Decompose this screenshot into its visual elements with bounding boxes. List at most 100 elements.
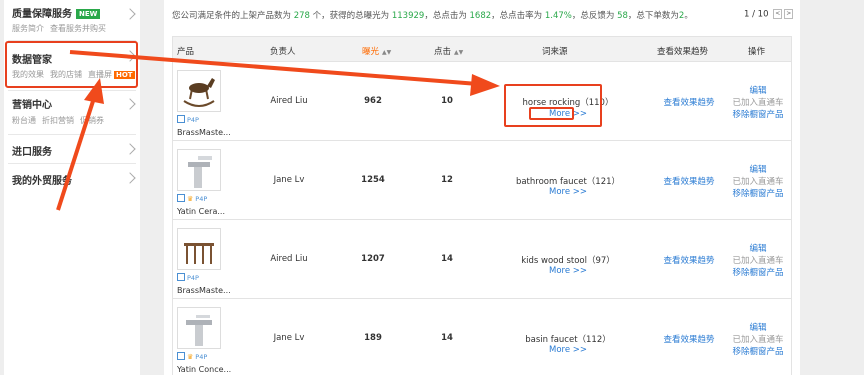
keyword-source: bathroom faucet（121）: [515, 177, 621, 187]
view-trend-link[interactable]: 查看效果趋势: [649, 175, 729, 187]
product-name[interactable]: BrassMaste...: [177, 286, 231, 295]
exposure-value: 189: [364, 333, 382, 343]
p4p-label: P4P: [195, 195, 208, 203]
table-row: P4P BrassMaste... Aired Liu 962 10 horse…: [172, 62, 792, 141]
added-status: 已加入直通车: [732, 335, 784, 345]
p4p-icon: [177, 194, 185, 202]
main-panel: 您公司满足条件的上架产品数为 278 个，获得的总曝光为 113929，总点击为…: [164, 0, 800, 375]
edit-link[interactable]: 编辑: [728, 242, 788, 254]
table-row: P4P BrassMaste... Aired Liu 1207 14 kids…: [172, 220, 792, 299]
added-status: 已加入直通车: [732, 177, 784, 187]
product-name[interactable]: Yatin Conce...: [177, 365, 231, 374]
exposure-value: 1207: [361, 254, 385, 264]
owner-name: Aired Liu: [270, 254, 308, 264]
summary-part: 个，获得的总曝光为: [309, 11, 392, 21]
remove-showcase-link[interactable]: 移除橱窗产品: [728, 187, 788, 199]
view-trend-link[interactable]: 查看效果趋势: [649, 254, 729, 266]
exposure-value: 962: [364, 96, 382, 106]
product-image[interactable]: [177, 307, 221, 349]
basin-faucet-image: [186, 315, 212, 346]
summary-part: ，总点击为: [424, 11, 470, 21]
p4p-label: P4P: [187, 274, 199, 282]
more-link[interactable]: More >>: [533, 187, 603, 197]
product-name[interactable]: BrassMaste...: [177, 128, 231, 137]
chevron-right-icon: [124, 172, 136, 184]
sidebar-link-service-intro[interactable]: 服务简介: [12, 24, 44, 33]
p4p-tag: ♛ P4P: [177, 194, 207, 203]
wood-stool-image: [184, 243, 214, 264]
remove-showcase-link[interactable]: 移除橱窗产品: [728, 345, 788, 357]
chevron-right-icon: [124, 8, 136, 20]
total-ctr: 1.47%: [544, 11, 572, 21]
faucet-image: [188, 156, 212, 188]
product-image[interactable]: [177, 228, 221, 270]
highlight-box-data-manager: [5, 41, 138, 88]
header-exposure[interactable]: 曝光 ▲▼: [362, 45, 391, 57]
header-clicks[interactable]: 点击 ▲▼: [434, 45, 463, 57]
p4p-icon: [177, 352, 185, 360]
chevron-right-icon: [124, 143, 136, 155]
edit-link[interactable]: 编辑: [728, 321, 788, 333]
page: 质量保障服务 NEW 服务简介 查看服务并购买 数据管家 我的效果 我的店铺 直播屏 HO…: [0, 0, 864, 375]
summary-text: 您公司满足条件的上架产品数为 278 个，获得的总曝光为 113929，总点击为…: [172, 9, 693, 21]
sidebar-link-fentaitong[interactable]: 粉台通: [12, 116, 36, 125]
exposure-value: 1254: [361, 175, 385, 185]
summary-part: ，总反馈为: [571, 11, 618, 21]
p4p-icon: [177, 273, 185, 281]
pagination: 1 / 10 < >: [744, 9, 794, 20]
highlight-box-more: [529, 107, 574, 120]
p4p-label: P4P: [195, 353, 208, 361]
clicks-value: 10: [441, 96, 453, 106]
sidebar-section-quality[interactable]: 质量保障服务 NEW 服务简介 查看服务并购买: [4, 0, 140, 40]
more-link[interactable]: More >>: [533, 266, 603, 276]
summary-part: 您公司满足条件的上架产品数为: [172, 11, 294, 21]
header-exposure-label: 曝光: [362, 47, 380, 57]
clicks-value: 14: [441, 254, 453, 264]
sidebar-section-marketing[interactable]: 营销中心 粉台通 折扣营销 促销券: [4, 90, 140, 132]
sidebar-title-quality: 质量保障服务: [12, 9, 72, 20]
p4p-tag: P4P: [177, 273, 199, 282]
edit-link[interactable]: 编辑: [728, 163, 788, 175]
prev-page-button[interactable]: <: [773, 9, 783, 19]
keyword-source: basin faucet（112）: [525, 335, 611, 345]
keyword-source: kids wood stool（97）: [521, 256, 615, 266]
table-header: 产品 负责人 曝光 ▲▼ 点击 ▲▼ 词来源 查看效果趋势 操作: [172, 36, 792, 62]
clicks-value: 12: [441, 175, 453, 185]
total-exposure: 113929: [391, 11, 425, 21]
crown-icon: ♛: [187, 195, 194, 203]
sort-icon[interactable]: ▲▼: [454, 49, 463, 56]
crown-icon: ♛: [187, 353, 194, 361]
sidebar-title-marketing: 营销中心: [12, 100, 52, 111]
header-clicks-label: 点击: [434, 47, 452, 57]
added-status: 已加入直通车: [732, 98, 784, 108]
sort-icon[interactable]: ▲▼: [382, 49, 391, 56]
sidebar: 质量保障服务 NEW 服务简介 查看服务并购买 数据管家 我的效果 我的店铺 直播屏 HO…: [4, 0, 140, 375]
p4p-tag: ♛ P4P: [177, 352, 207, 361]
sidebar-link-buy-service[interactable]: 查看服务并购买: [50, 24, 106, 33]
table-row: ♛ P4P Yatin Cera... Jane Lv 1254 12 bathr…: [172, 141, 792, 220]
owner-name: Jane Lv: [273, 333, 305, 343]
summary-part: 。: [684, 11, 693, 21]
owner-name: Jane Lv: [273, 175, 305, 185]
sidebar-section-import[interactable]: 进口服务: [4, 134, 140, 164]
sidebar-link-discount[interactable]: 折扣营销: [42, 116, 74, 125]
view-trend-link[interactable]: 查看效果趋势: [649, 333, 729, 345]
next-page-button[interactable]: >: [784, 9, 794, 19]
remove-showcase-link[interactable]: 移除橱窗产品: [728, 266, 788, 278]
summary-part: ，总下单数为: [627, 11, 679, 21]
remove-showcase-link[interactable]: 移除橱窗产品: [728, 108, 788, 120]
header-trend: 查看效果趋势: [657, 47, 709, 57]
highlight-box-keyword: [504, 84, 602, 127]
view-trend-link[interactable]: 查看效果趋势: [649, 96, 729, 108]
product-image[interactable]: [177, 70, 221, 112]
product-name[interactable]: Yatin Cera...: [177, 207, 225, 216]
header-owner: 负责人: [270, 47, 296, 57]
edit-link[interactable]: 编辑: [728, 84, 788, 96]
page-indicator: 1 / 10: [744, 9, 769, 20]
sidebar-link-coupon[interactable]: 促销券: [80, 116, 104, 125]
more-link[interactable]: More >>: [533, 345, 603, 355]
sidebar-section-trade-service[interactable]: 我的外贸服务: [4, 163, 140, 193]
product-image[interactable]: [177, 149, 221, 191]
table-row: ♛ P4P Yatin Conce... Jane Lv 189 14 basin…: [172, 299, 792, 375]
total-clicks: 1682: [469, 11, 492, 21]
